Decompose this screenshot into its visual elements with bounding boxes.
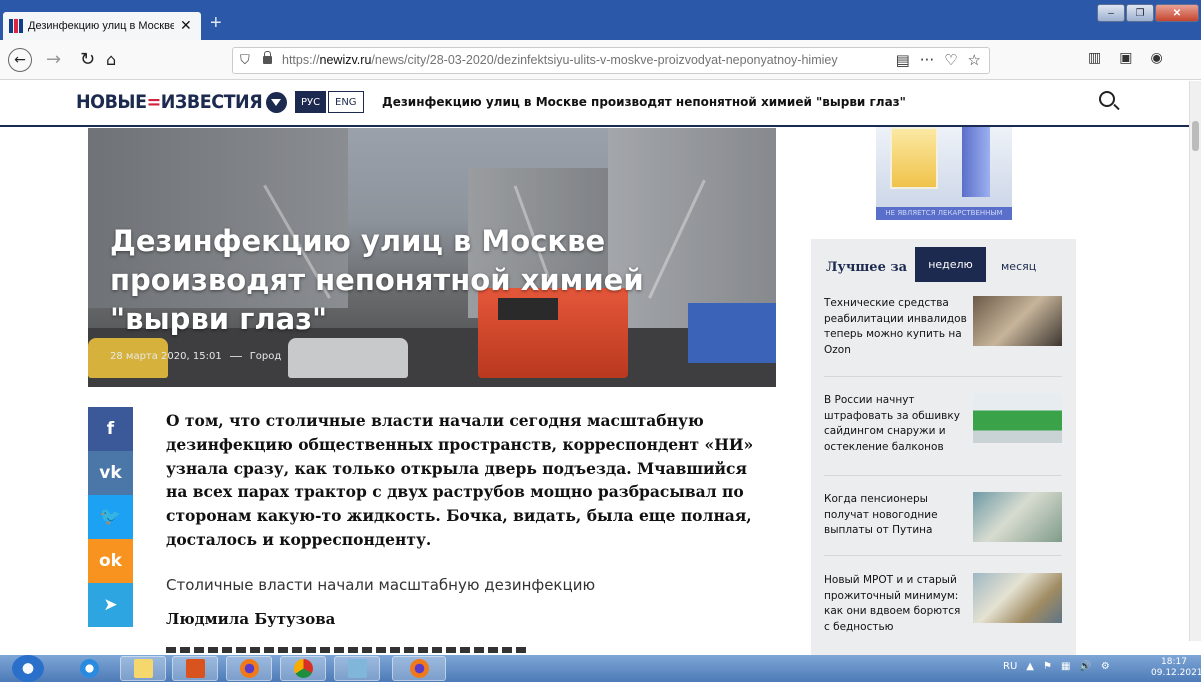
address-bar[interactable]: ⛉ https://newizv.ru/news/city/28-03-2020… [232,47,990,74]
lang-en-button[interactable]: ENG [328,91,364,113]
ad-disclaimer: НЕ ЯВЛЯЕТСЯ ЛЕКАРСТВЕННЫМ СРЕДСТВОМ [876,207,1012,220]
ie-icon[interactable] [66,656,112,681]
article-rubric[interactable]: Город [250,351,282,362]
account-icon[interactable]: ◉ [1150,50,1162,66]
notes-app-icon[interactable] [334,656,380,681]
file-explorer-icon[interactable] [120,656,166,681]
pocket-icon[interactable]: ♡ [944,51,957,69]
tab-title: Дезинфекцию улиц в Москве [28,20,174,32]
maximize-button[interactable]: ❐ [1126,4,1154,22]
firefox-icon[interactable] [226,656,272,681]
page-actions-icon[interactable]: ··· [920,51,934,69]
article-author[interactable]: Людмила Бутузова [166,610,335,628]
site-logo[interactable]: НОВЫЕ=ИЗВЕСТИЯ [76,91,263,113]
odnoklassniki-icon[interactable]: ok [88,539,133,583]
news-title[interactable]: Когда пенсионеры получат новогодние выпл… [824,492,969,539]
lang-ru-button[interactable]: РУС [295,91,327,113]
url-text[interactable]: https://newizv.ru/news/city/28-03-2020/d… [282,53,857,67]
article-date: 28 марта 2020, 15:01 [110,351,222,362]
chrome-icon[interactable] [280,656,326,681]
ad-banner[interactable]: НЕ ЯВЛЯЕТСЯ ЛЕКАРСТВЕННЫМ СРЕДСТВОМ [876,127,1012,220]
library-icon[interactable]: ▥ [1088,50,1101,66]
telegram-icon[interactable]: ➤ [88,583,133,627]
volume-icon[interactable]: 🔊 [1079,661,1091,672]
network-icon[interactable]: ▦ [1061,661,1070,672]
taskbar-clock[interactable]: 18:17 09.12.2021 [1151,657,1201,679]
reader-view-icon[interactable]: ▤ [896,51,910,69]
article-title: Дезинфекцию улиц в Москве производят неп… [110,224,644,336]
twitter-icon[interactable]: 🐦 [88,495,133,539]
tab-month[interactable]: месяц [1001,260,1036,273]
news-title[interactable]: Новый МРОТ и и старый прожиточный миниму… [824,573,969,635]
hero-image: Дезинфекцию улиц в Москве производят неп… [88,128,776,387]
best-of-sidebar: Лучшее за неделю месяц Технические средс… [811,239,1076,655]
social-share-bar: f vk 🐦 ok ➤ [88,407,133,627]
forward-button[interactable]: → [46,50,61,70]
header-headline: Дезинфекцию улиц в Москве производят неп… [382,95,906,109]
favicon-icon [9,19,23,33]
lock-icon[interactable] [263,51,272,64]
windows-taskbar: RU ▲ ⚑ ▦ 🔊 ⚙ 18:17 09.12.2021 [0,655,1201,682]
language-indicator[interactable]: RU [1003,661,1017,672]
start-button[interactable] [12,655,44,682]
tab-week[interactable]: неделю [915,247,986,282]
minimize-button[interactable]: – [1097,4,1125,22]
home-button[interactable]: ⌂ [106,50,116,70]
firefox-window-icon[interactable] [392,656,446,681]
article-caption: Столичные власти начали масштабную дезин… [166,576,596,594]
article-lead: О том, что столичные власти начали сегод… [166,411,754,549]
news-thumbnail[interactable] [973,393,1062,443]
reload-button[interactable]: ↻ [80,50,95,70]
tracking-shield-icon[interactable]: ⛉ [240,53,250,68]
page-scrollbar[interactable] [1189,81,1201,641]
news-thumbnail[interactable] [973,296,1062,346]
navigation-toolbar: ← → ↻ ⌂ ⛉ https://newizv.ru/news/city/28… [0,40,1201,80]
site-header: НОВЫЕ=ИЗВЕСТИЯ РУС ENG Дезинфекцию улиц … [0,81,1201,127]
bookmark-star-icon[interactable]: ☆ [968,51,981,69]
news-title[interactable]: В России начнут штрафовать за обшивку са… [824,393,969,455]
vk-icon[interactable]: vk [88,451,133,495]
action-center-icon[interactable]: ⚑ [1043,661,1052,672]
news-title[interactable]: Технические средства реабилитации инвали… [824,296,969,358]
news-thumbnail[interactable] [973,573,1062,623]
browser-tab[interactable]: Дезинфекцию улиц в Москве ✕ [3,12,201,40]
tray-expand-icon[interactable]: ▲ [1026,661,1034,672]
tab-close-icon[interactable]: ✕ [180,18,192,34]
article-text-continuation [166,645,526,653]
menu-dropdown-icon[interactable] [266,92,287,113]
best-label: Лучшее за [826,260,908,275]
sidebar-toggle-icon[interactable]: ▣ [1119,50,1132,66]
ad-bottle-image [962,127,990,197]
search-icon[interactable] [1099,91,1115,107]
tab-bar: Дезинфекцию улиц в Москве ✕ + – ❐ ✕ [0,0,1201,40]
update-icon[interactable]: ⚙ [1101,661,1110,672]
window-controls: – ❐ ✕ [1097,4,1199,22]
ad-glass-image [890,127,938,189]
system-tray: RU ▲ ⚑ ▦ 🔊 ⚙ [1003,661,1110,672]
outlook-icon[interactable] [172,656,218,681]
news-thumbnail[interactable] [973,492,1062,542]
facebook-icon[interactable]: f [88,407,133,451]
window-close-button[interactable]: ✕ [1155,4,1199,22]
back-button[interactable]: ← [8,48,32,72]
new-tab-button[interactable]: + [210,12,222,35]
article-meta: 28 марта 2020, 15:01 Город [110,351,281,362]
